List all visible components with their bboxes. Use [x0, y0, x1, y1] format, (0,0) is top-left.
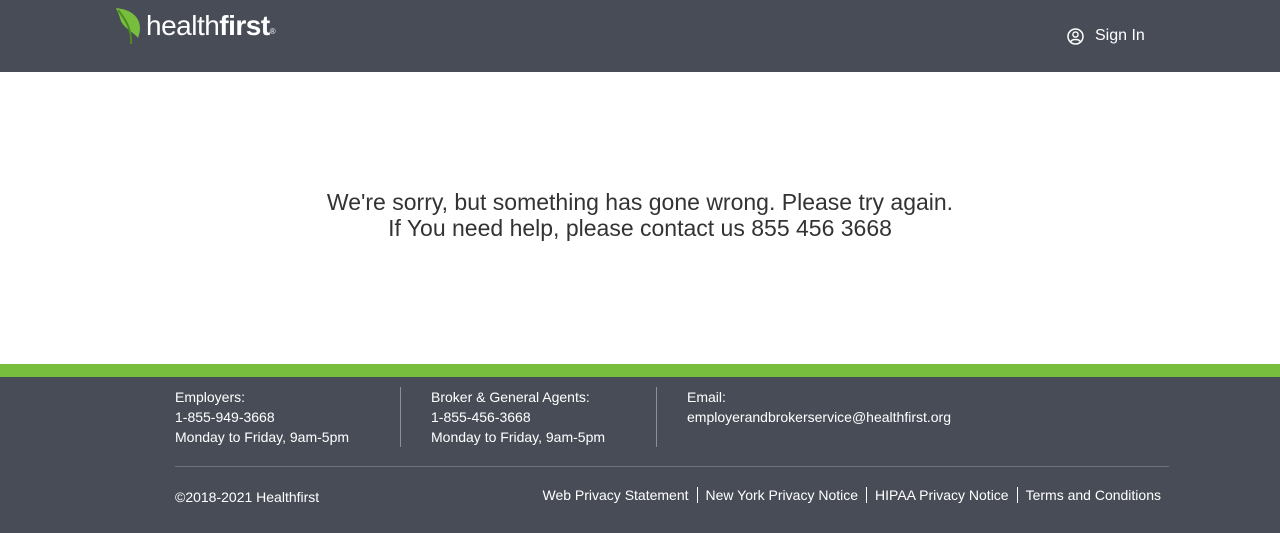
logo-wordmark: healthfirst® [146, 10, 276, 41]
contact-label: Broker & General Agents: [431, 389, 590, 405]
footer-divider [175, 466, 1169, 467]
sign-in-label: Sign In [1095, 27, 1145, 44]
contact-hours: Monday to Friday, 9am-5pm [175, 429, 350, 445]
site-footer: Employers: 1-855-949-3668 Monday to Frid… [0, 377, 1280, 533]
contact-label: Employers: [175, 389, 246, 405]
link-separator [696, 487, 698, 503]
main-content: We're sorry, but something has gone wron… [0, 72, 1280, 364]
column-divider [656, 387, 657, 447]
legal-links: Web Privacy Statement New York Privacy N… [542, 486, 1161, 504]
column-divider [400, 387, 401, 447]
error-line-1: We're sorry, but something has gone wron… [326, 189, 954, 215]
error-line-2: If You need help, please contact us 855 … [388, 215, 892, 241]
healthfirst-logo[interactable]: healthfirst® [114, 6, 276, 46]
new-york-privacy-notice-link[interactable]: New York Privacy Notice [706, 486, 859, 504]
link-separator [1016, 487, 1018, 503]
contact-brokers: Broker & General Agents: 1-855-456-3668 … [431, 387, 605, 447]
site-header: healthfirst® Sign In [0, 0, 1280, 72]
hipaa-privacy-notice-link[interactable]: HIPAA Privacy Notice [875, 486, 1009, 504]
contact-phone: 1-855-949-3668 [175, 409, 275, 425]
sign-in-button[interactable]: Sign In [1067, 24, 1145, 48]
contact-label: Email: [687, 389, 726, 405]
link-separator [866, 487, 868, 503]
error-message: We're sorry, but something has gone wron… [0, 189, 1280, 241]
contact-employers: Employers: 1-855-949-3668 Monday to Frid… [175, 387, 349, 447]
terms-and-conditions-link[interactable]: Terms and Conditions [1026, 486, 1161, 504]
contact-phone: 1-855-456-3668 [431, 409, 531, 425]
leaf-icon [114, 6, 144, 46]
contact-email-address: employerandbrokerservice@healthfirst.org [687, 409, 951, 425]
footer-accent-bar [0, 364, 1280, 377]
web-privacy-statement-link[interactable]: Web Privacy Statement [542, 486, 688, 504]
copyright: ©2018-2021 Healthfirst [175, 489, 320, 505]
contact-hours: Monday to Friday, 9am-5pm [431, 429, 606, 445]
contact-email: Email: employerandbrokerservice@healthfi… [687, 387, 951, 427]
user-circle-icon [1067, 27, 1095, 45]
